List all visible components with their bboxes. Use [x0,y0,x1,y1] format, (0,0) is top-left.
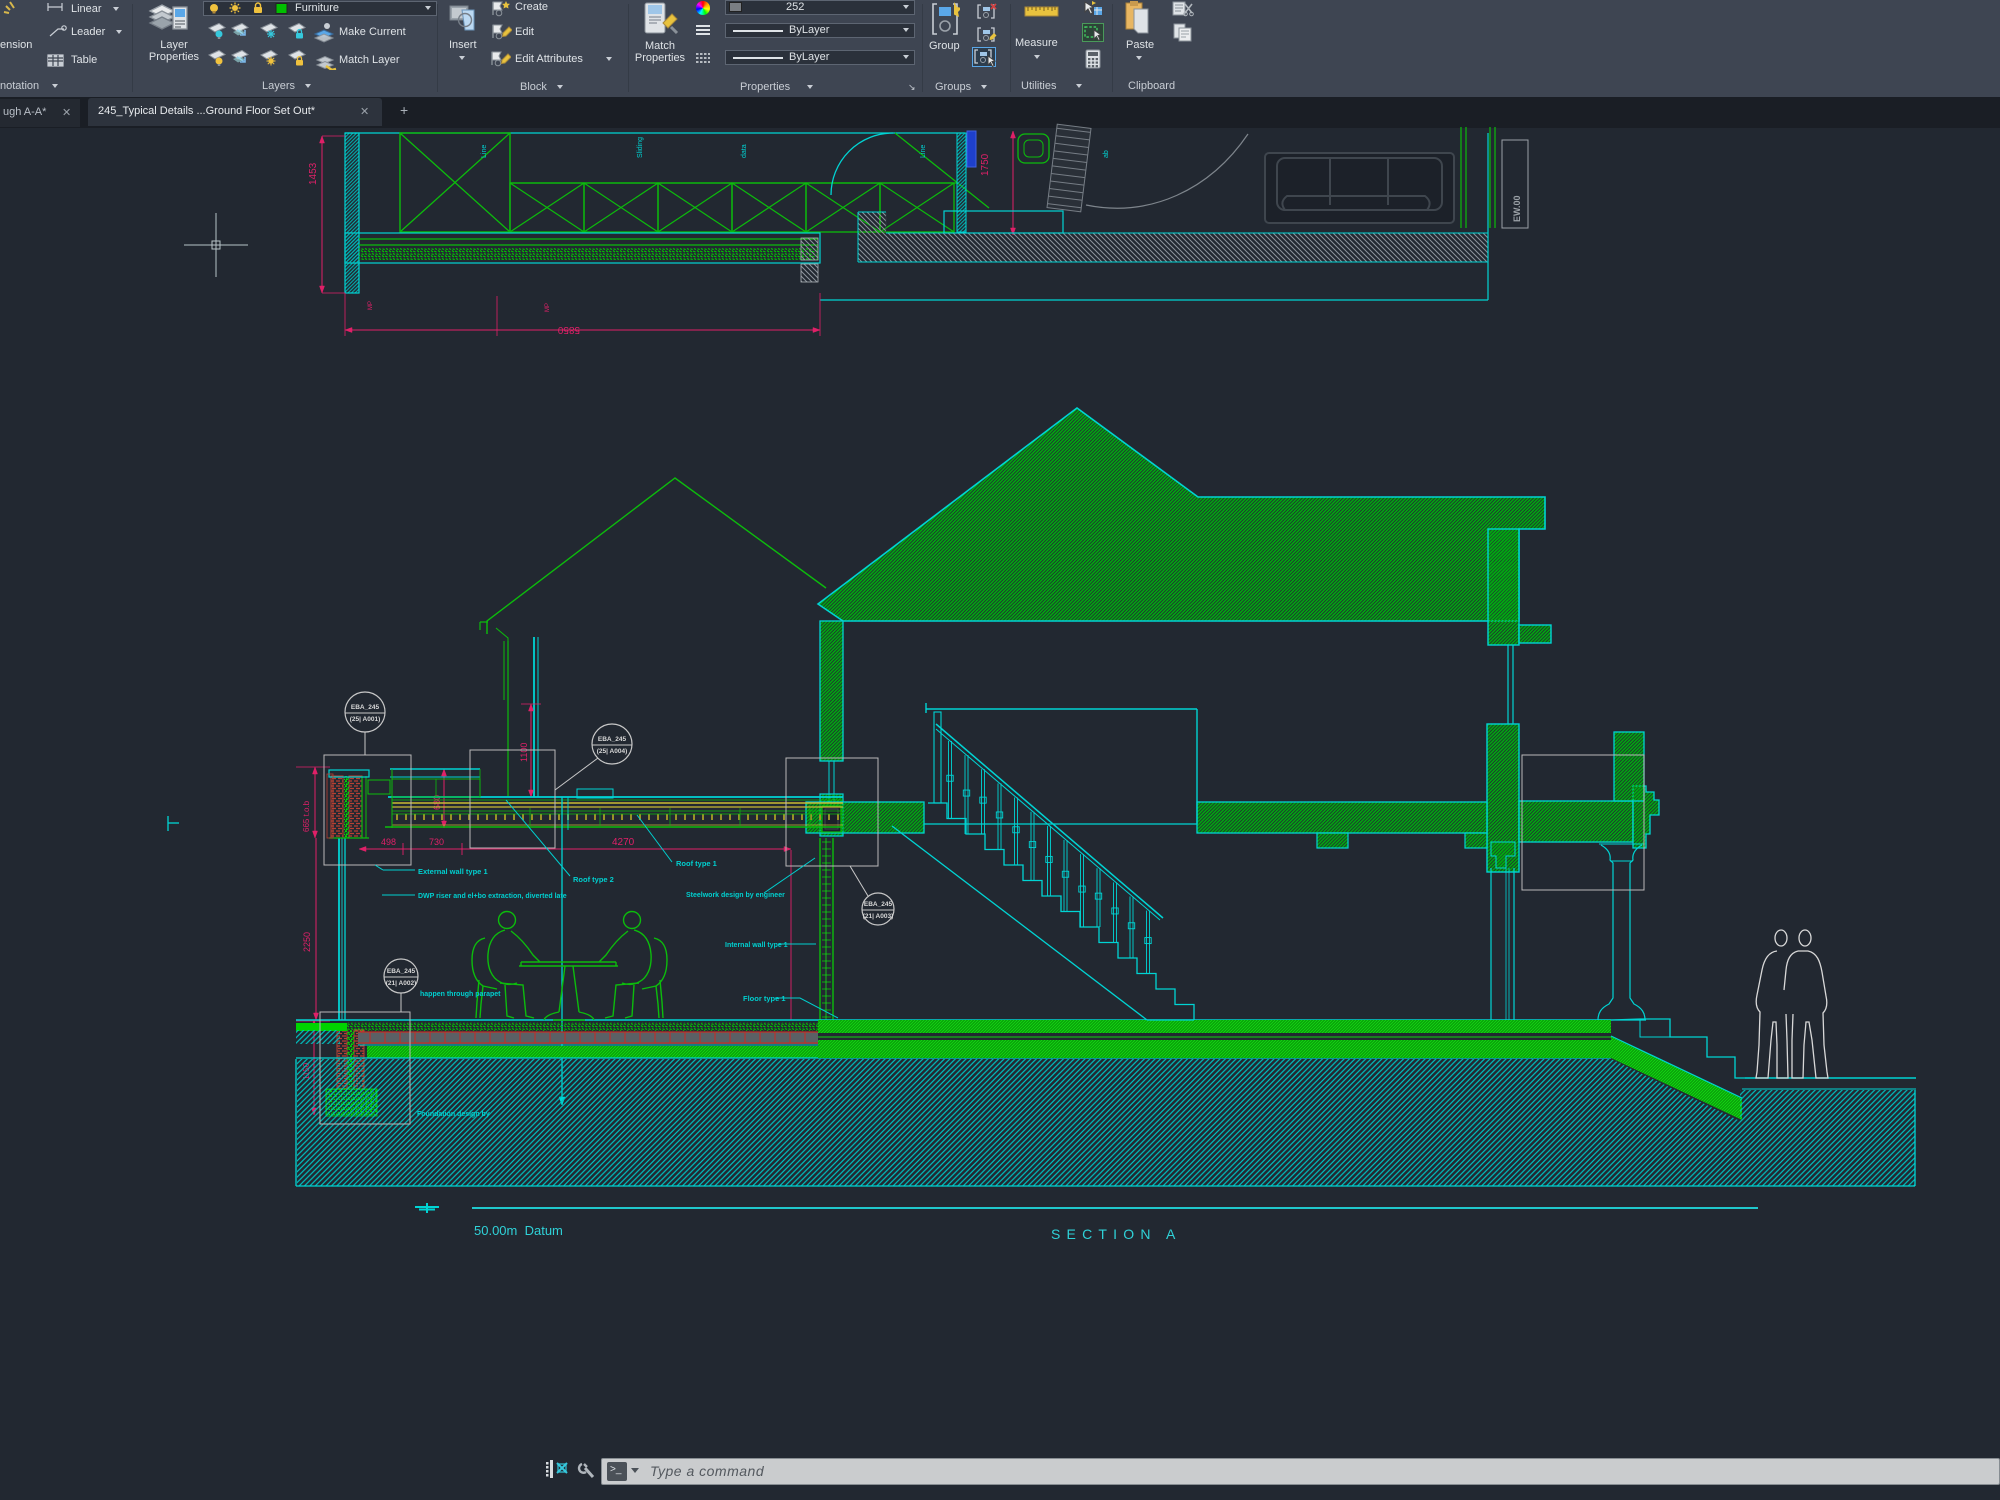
svg-text:DWP riser and el+bo extraction: DWP riser and el+bo extraction, diverted… [418,893,567,900]
svg-text:ab: ab [1103,150,1110,158]
svg-text:Line: Line [481,145,488,158]
svg-text:4270: 4270 [612,837,635,848]
svg-text:Roof type 2: Roof type 2 [573,875,614,884]
svg-text:2250: 2250 [302,932,312,952]
svg-text:730: 730 [429,837,444,847]
svg-text:Roof type 1: Roof type 1 [676,859,717,868]
svg-text:EBA_245: EBA_245 [351,704,380,711]
svg-text:happen through parapet: happen through parapet [420,991,501,998]
svg-text:EBA_245: EBA_245 [864,901,893,908]
svg-text:(25| A004): (25| A004) [597,748,627,755]
svg-text:(21| A003): (21| A003) [863,913,893,920]
svg-text:(25| A001): (25| A001) [350,716,380,723]
svg-text:External wall type 1: External wall type 1 [418,867,488,876]
svg-text:498: 498 [381,837,396,847]
svg-text:MP: MP [368,301,374,310]
svg-text:EBA_245: EBA_245 [387,968,416,975]
svg-text:665 t.o.b: 665 t.o.b [302,800,311,832]
svg-text:Internal wall type 1: Internal wall type 1 [725,942,788,949]
svg-text:data: data [741,144,748,158]
svg-text:EBA_245: EBA_245 [598,736,627,743]
svg-text:50.00m Datum: 50.00m Datum [474,1223,563,1238]
svg-text:1453: 1453 [308,162,319,185]
svg-text:5850: 5850 [557,324,580,335]
svg-text:Foundation design by: Foundation design by [417,1111,490,1118]
svg-text:Steelwork design by engineer: Steelwork design by engineer [686,892,785,899]
svg-text:EW.00: EW.00 [1512,195,1522,222]
svg-text:1750: 1750 [980,153,991,176]
svg-text:SECTION A: SECTION A [1051,1226,1181,1242]
svg-text:MP: MP [545,303,551,312]
svg-text:Floor type 1: Floor type 1 [743,994,786,1003]
svg-text:(21| A002): (21| A002) [386,980,416,987]
svg-text:Sliding: Sliding [637,137,644,158]
svg-text:Line: Line [920,145,927,158]
svg-text:1100: 1100 [519,743,529,762]
